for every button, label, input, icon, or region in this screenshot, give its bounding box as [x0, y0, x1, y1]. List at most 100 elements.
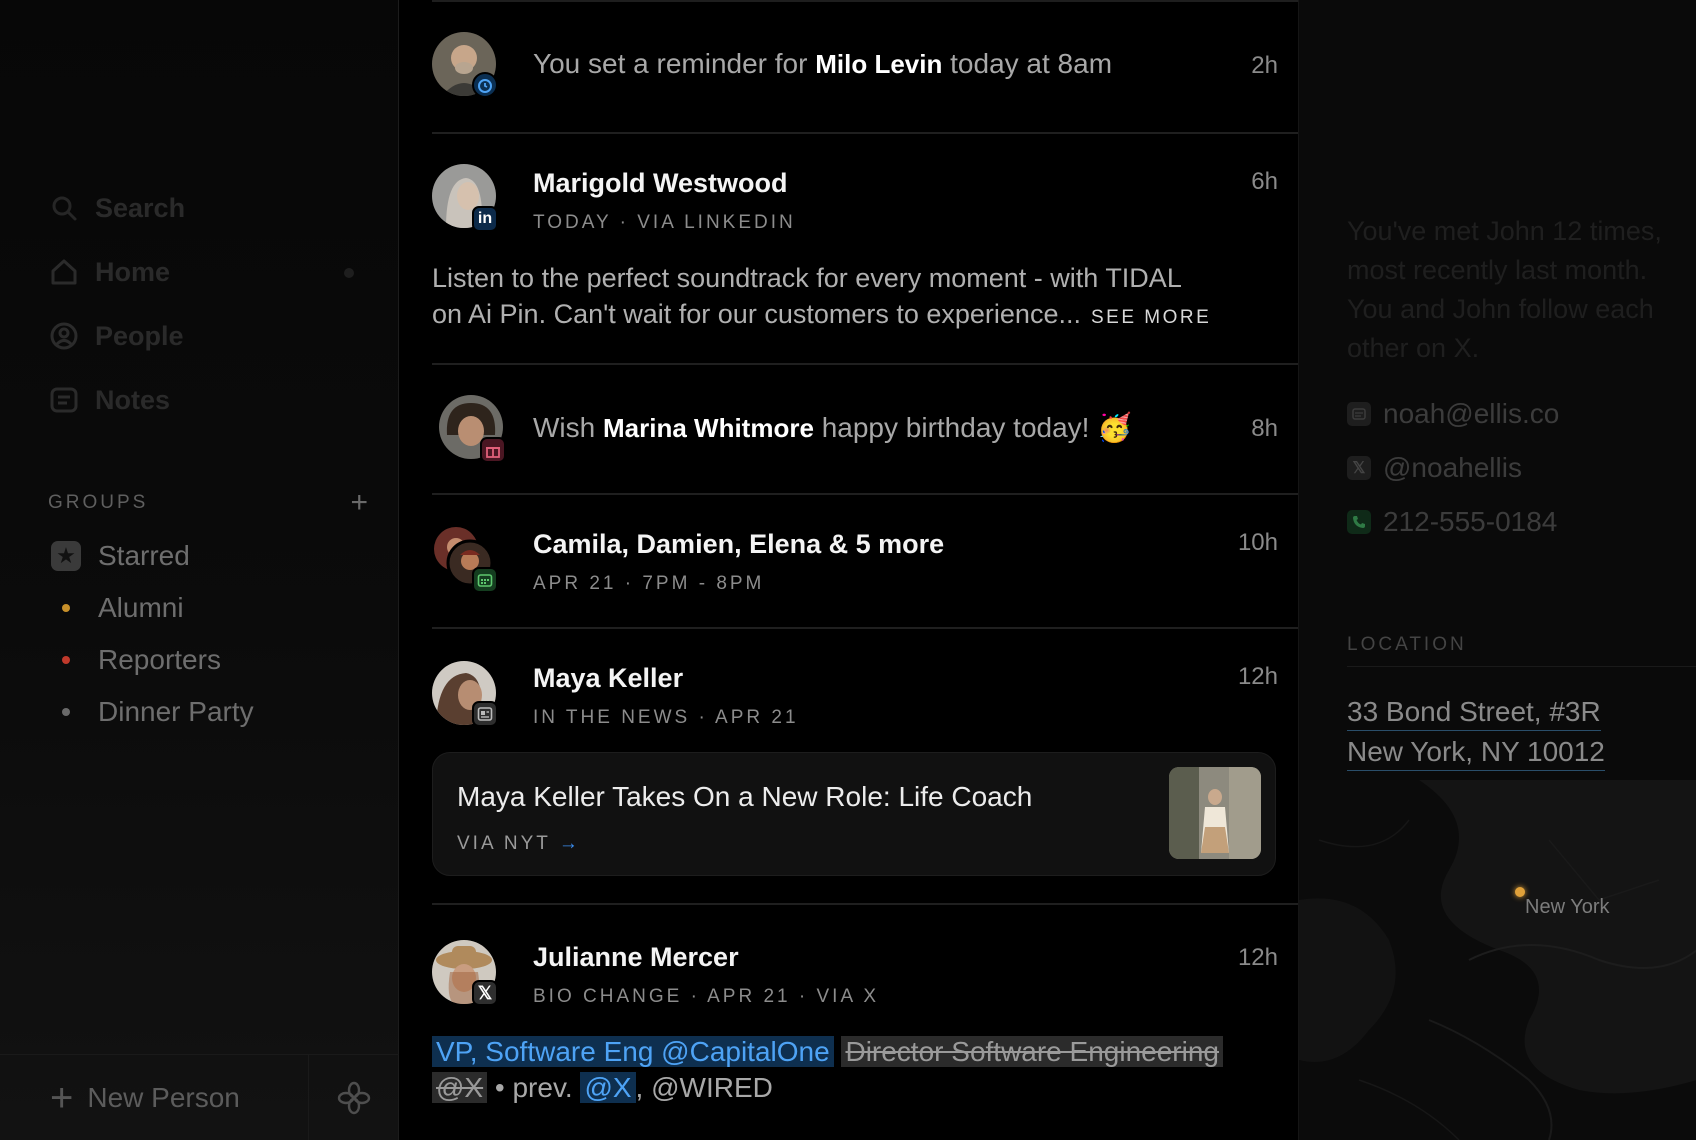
ai-assistant-icon[interactable] [309, 1055, 399, 1140]
group-label: Starred [98, 540, 190, 571]
sidebar-item-home[interactable]: Home [48, 240, 358, 304]
group-color-dot [62, 708, 70, 716]
event-time: APR 21 · 7PM - 8PM [533, 573, 765, 594]
timestamp: 12h [1237, 944, 1278, 971]
timestamp: 6h [1251, 168, 1278, 195]
search-icon [48, 192, 80, 224]
phone-icon [1347, 510, 1371, 534]
birthday-person-name[interactable]: Marina Whitmore [603, 413, 814, 443]
group-color-dot [62, 656, 70, 664]
timestamp: 2h [1251, 52, 1278, 79]
calendar-icon [472, 567, 498, 593]
group-item-alumni[interactable]: Alumni [48, 582, 254, 634]
timestamp: 8h [1251, 415, 1278, 442]
add-group-button[interactable]: + [350, 488, 368, 518]
news-card[interactable]: Maya Keller Takes On a New Role: Life Co… [432, 752, 1276, 876]
timestamp: 12h [1237, 663, 1278, 690]
timestamp: 10h [1237, 529, 1278, 556]
post-body-line: on Ai Pin. Can't wait for our customers … [432, 299, 1081, 329]
feed-item-birthday[interactable]: Wish Marina Whitmore happy birthday toda… [432, 365, 1298, 495]
sidebar-item-label: Home [95, 256, 171, 287]
bio-diff: VP, Software Eng @CapitalOne Director So… [432, 1034, 1298, 1106]
group-label: Reporters [98, 644, 221, 675]
feed-item-event[interactable]: Camila, Damien, Elena & 5 more APR 21 · … [432, 495, 1298, 629]
phone-value: 212-555-0184 [1383, 506, 1558, 537]
sidebar-item-search[interactable]: Search [48, 176, 358, 240]
group-item-reporters[interactable]: Reporters [48, 634, 254, 686]
activity-feed: You set a reminder for Milo Levin today … [432, 0, 1298, 1140]
new-person-label: New Person [87, 1081, 240, 1113]
address-line-2[interactable]: New York, NY 10012 [1347, 736, 1605, 771]
groups-list: ★ Starred Alumni Reporters Dinner Party [48, 530, 254, 738]
notes-icon [48, 384, 80, 416]
map-pin[interactable] [1515, 887, 1525, 897]
event-attendees[interactable]: Camila, Damien, Elena & 5 more [533, 529, 944, 560]
bio-removed-handle: @X [432, 1072, 488, 1103]
contact-phone[interactable]: 212-555-0184 [1347, 506, 1557, 538]
location-map[interactable]: New York [1299, 780, 1696, 1140]
see-more-link[interactable]: SEE MORE [1091, 307, 1211, 328]
plus-icon: + [50, 1075, 74, 1120]
post-body-line: Listen to the perfect soundtrack for eve… [432, 263, 1182, 293]
x-logo-icon: 𝕏 [1347, 456, 1371, 480]
summary-line: most recently last month. [1347, 255, 1648, 285]
group-item-starred[interactable]: ★ Starred [48, 530, 254, 582]
person-detail-panel: You've met John 12 times, most recently … [1298, 0, 1696, 1140]
news-headline: Maya Keller Takes On a New Role: Life Co… [457, 781, 1033, 812]
map-city-label: New York [1525, 896, 1610, 918]
group-color-dot [62, 604, 70, 612]
person-name[interactable]: Maya Keller [533, 663, 683, 694]
reminder-suffix: today at 8am [950, 48, 1113, 79]
person-name[interactable]: Julianne Mercer [533, 942, 739, 973]
feed-item-reminder[interactable]: You set a reminder for Milo Levin today … [432, 0, 1298, 134]
home-icon [48, 256, 80, 288]
newspaper-icon [472, 701, 498, 727]
post-body: Listen to the perfect soundtrack for eve… [432, 260, 1298, 336]
x-logo-icon: 𝕏 [472, 980, 498, 1006]
sidebar-footer: + New Person [0, 1054, 399, 1140]
bio-added-text: VP, Software Eng @CapitalOne [432, 1036, 834, 1067]
x-handle-value: @noahellis [1383, 452, 1522, 483]
bio-meta: BIO CHANGE · APR 21 · VIA X [533, 986, 880, 1007]
feed-item-linkedin-post[interactable]: in Marigold Westwood TODAY · VIA LINKEDI… [432, 134, 1298, 365]
location-title: LOCATION [1347, 634, 1467, 655]
alarm-clock-icon [472, 72, 498, 98]
sidebar-item-label: Search [95, 192, 186, 223]
contact-x-handle[interactable]: 𝕏 @noahellis [1347, 452, 1522, 484]
relationship-summary: You've met John 12 times, most recently … [1347, 212, 1696, 368]
linkedin-icon: in [472, 206, 498, 232]
news-thumbnail [1169, 767, 1261, 859]
sidebar-nav: Search Home People Notes [48, 176, 358, 432]
contact-email[interactable]: noah@ellis.co [1347, 398, 1559, 430]
email-value: noah@ellis.co [1383, 398, 1560, 429]
news-meta: IN THE NEWS · APR 21 [533, 707, 799, 728]
person-name[interactable]: Marigold Westwood [533, 168, 788, 199]
groups-header: GROUPS + [48, 488, 368, 518]
sidebar-item-label: People [95, 320, 184, 351]
groups-title: GROUPS [48, 492, 149, 513]
birthday-prefix: Wish [533, 412, 596, 443]
news-source: VIA NYT [457, 833, 551, 854]
star-icon: ★ [51, 541, 81, 571]
email-icon [1347, 402, 1371, 426]
summary-line: You've met John 12 times, [1347, 216, 1662, 246]
bio-tail: , @WIRED [635, 1072, 773, 1103]
sidebar-item-notes[interactable]: Notes [48, 368, 358, 432]
group-item-dinner-party[interactable]: Dinner Party [48, 686, 254, 738]
group-label: Dinner Party [98, 696, 254, 727]
birthday-suffix: happy birthday today! [821, 412, 1090, 443]
unread-dot [344, 268, 354, 278]
sidebar: Search Home People Notes GROUPS + ★ Star… [0, 0, 399, 1140]
reminder-person-name[interactable]: Milo Levin [815, 49, 942, 79]
summary-line: other on X. [1347, 333, 1480, 363]
summary-line: You and John follow each [1347, 294, 1654, 324]
reminder-prefix: You set a reminder for [533, 48, 808, 79]
sidebar-item-people[interactable]: People [48, 304, 358, 368]
bio-added-handle: @X [580, 1072, 636, 1103]
new-person-button[interactable]: + New Person [0, 1055, 309, 1140]
person-icon [48, 320, 80, 352]
address-line-1[interactable]: 33 Bond Street, #3R [1347, 696, 1601, 731]
bio-separator: • prev. [494, 1072, 573, 1103]
group-label: Alumni [98, 592, 184, 623]
post-meta: TODAY · VIA LINKEDIN [533, 212, 796, 233]
